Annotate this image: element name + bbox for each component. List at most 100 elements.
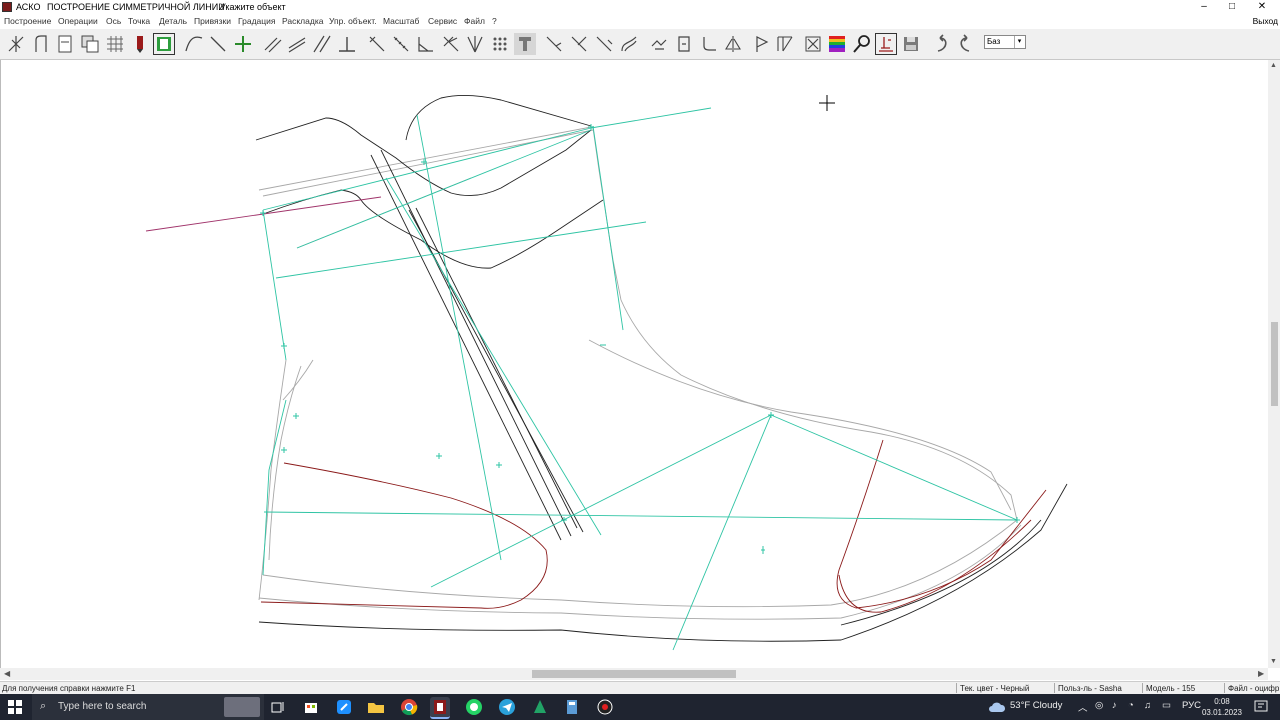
search-icon: ⌕: [40, 700, 47, 712]
contour-icon[interactable]: [30, 33, 52, 55]
stamp-icon[interactable]: [514, 33, 536, 55]
minimize-button[interactable]: –: [1196, 1, 1212, 12]
trim-icon[interactable]: [568, 33, 590, 55]
link-icon[interactable]: [648, 33, 670, 55]
recorder-icon[interactable]: [595, 697, 615, 717]
network-icon[interactable]: ◎: [1095, 700, 1103, 711]
redo-icon[interactable]: [954, 33, 976, 55]
segment-icon[interactable]: [543, 33, 565, 55]
save-icon[interactable]: [900, 33, 922, 55]
status-color: Тек. цвет - Черный: [960, 684, 1030, 693]
microphone-icon[interactable]: ♪: [1112, 700, 1117, 711]
horizontal-scrollbar[interactable]: ◀ ▶: [0, 668, 1268, 680]
clock[interactable]: 0:08 03.01.2023: [1202, 696, 1242, 718]
green-app-icon[interactable]: [530, 697, 550, 717]
menu-bar: Построение Операции Ось Точка Деталь При…: [0, 15, 1280, 28]
flag-icon[interactable]: [751, 33, 773, 55]
measure-icon[interactable]: [774, 33, 796, 55]
menu-operations[interactable]: Операции: [58, 16, 98, 26]
windows-start-icon[interactable]: [8, 700, 22, 714]
task-view-icon[interactable]: [268, 697, 288, 717]
page-icon[interactable]: [54, 33, 76, 55]
black-construction-lines: [255, 95, 1068, 642]
delete-icon[interactable]: [802, 33, 824, 55]
app-name: АСКО: [16, 2, 41, 12]
language-indicator[interactable]: РУС: [1182, 700, 1201, 711]
auto-build-icon[interactable]: [5, 33, 27, 55]
whatsapp-icon[interactable]: [464, 697, 484, 717]
menu-grading[interactable]: Градация: [238, 16, 276, 26]
menu-object-control[interactable]: Упр. объект.: [329, 16, 377, 26]
menu-scale[interactable]: Масштаб: [383, 16, 419, 26]
notifications-icon[interactable]: [1254, 700, 1268, 714]
menu-build[interactable]: Построение: [4, 16, 51, 26]
chevron-down-icon: ▾: [1014, 36, 1024, 48]
line-icon[interactable]: [207, 33, 229, 55]
battery-icon[interactable]: ▭: [1162, 700, 1171, 711]
select-frame-icon[interactable]: [153, 33, 175, 55]
mirror-icon[interactable]: [722, 33, 744, 55]
menu-snaps[interactable]: Привязки: [194, 16, 231, 26]
menu-axis[interactable]: Ось: [106, 16, 121, 26]
palette-icon[interactable]: [826, 33, 848, 55]
status-user: Польз-ль - Sasha: [1058, 684, 1122, 693]
knife-icon[interactable]: [593, 33, 615, 55]
taskbar: ⌕ Type here to search 53°F Cloudy ︿ ◎ ♪ …: [0, 694, 1280, 720]
scroll-up-icon[interactable]: ▲: [1270, 62, 1277, 69]
menu-detail[interactable]: Деталь: [159, 16, 187, 26]
scroll-left-icon[interactable]: ◀: [4, 669, 10, 678]
toolbar: Баз ▾: [0, 29, 1280, 60]
corner-icon[interactable]: [698, 33, 720, 55]
scroll-right-icon[interactable]: ▶: [1258, 669, 1264, 678]
fan-icon[interactable]: [464, 33, 486, 55]
menu-service[interactable]: Сервис: [428, 16, 457, 26]
parallel-line-icon[interactable]: [262, 33, 284, 55]
taskbar-search[interactable]: ⌕ Type here to search: [32, 694, 264, 720]
clock-time: 0:08: [1214, 697, 1230, 706]
menu-layout[interactable]: Раскладка: [282, 16, 323, 26]
volume-icon[interactable]: ♫: [1144, 700, 1151, 711]
pen-red-icon[interactable]: [129, 33, 151, 55]
telegram-icon[interactable]: [497, 697, 517, 717]
offset-line-icon[interactable]: [311, 33, 333, 55]
maximize-button[interactable]: □: [1224, 1, 1240, 12]
double-line-icon[interactable]: [286, 33, 308, 55]
vertical-scrollbar[interactable]: ▲ ▼: [1268, 60, 1280, 668]
bisector-icon[interactable]: [440, 33, 462, 55]
wifi-icon[interactable]: ◔: [1128, 700, 1134, 711]
scroll-down-icon[interactable]: ▼: [1270, 658, 1277, 665]
hatched-line-icon[interactable]: [390, 33, 412, 55]
store-icon[interactable]: [301, 697, 321, 717]
copy-layers-icon[interactable]: [79, 33, 101, 55]
measure-text-icon[interactable]: [875, 33, 897, 55]
edge-browser-icon[interactable]: [334, 697, 354, 717]
add-point-icon[interactable]: [232, 33, 254, 55]
horizontal-scroll-thumb[interactable]: [532, 670, 736, 678]
notch-icon[interactable]: [673, 33, 695, 55]
perpendicular-icon[interactable]: [336, 33, 358, 55]
blend-icon[interactable]: [618, 33, 640, 55]
menu-point[interactable]: Точка: [128, 16, 150, 26]
close-button[interactable]: ✕: [1254, 1, 1270, 12]
status-divider: [1054, 683, 1055, 693]
zoom-icon[interactable]: [851, 33, 873, 55]
file-explorer-icon[interactable]: [366, 697, 386, 717]
menu-file[interactable]: Файл: [464, 16, 485, 26]
calculator-icon[interactable]: [562, 697, 582, 717]
drawing-canvas[interactable]: [0, 60, 1269, 668]
angle-icon[interactable]: [415, 33, 437, 55]
menu-help[interactable]: ?: [492, 16, 497, 26]
vertical-scroll-thumb[interactable]: [1271, 322, 1278, 406]
tangent-icon[interactable]: [366, 33, 388, 55]
asko-app-taskbar-icon[interactable]: [430, 697, 450, 719]
layer-select[interactable]: Баз ▾: [984, 35, 1026, 49]
undo-icon[interactable]: [931, 33, 953, 55]
weather-text[interactable]: 53°F Cloudy: [1010, 700, 1062, 711]
dots-icon[interactable]: [489, 33, 511, 55]
chevron-up-icon[interactable]: ︿: [1078, 700, 1088, 714]
chrome-icon[interactable]: [399, 697, 419, 717]
menu-exit[interactable]: Выход: [1253, 16, 1278, 26]
boot-outline: [258, 126, 1022, 620]
curve-icon[interactable]: [183, 33, 205, 55]
grid-icon[interactable]: [104, 33, 126, 55]
